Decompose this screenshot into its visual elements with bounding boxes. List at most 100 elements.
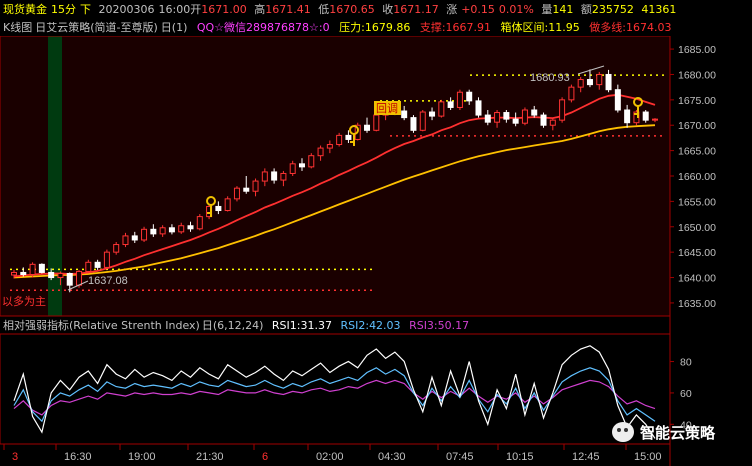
candle-body <box>577 79 584 88</box>
qq-contact: QQ☆微信289876878☆:0 <box>196 21 330 34</box>
candle-body <box>29 263 36 275</box>
period-label[interactable]: 15分 <box>51 3 76 16</box>
time-tick-label: 6 <box>262 451 268 463</box>
candle-body <box>215 205 222 212</box>
time-tick-label: 04:30 <box>378 451 406 463</box>
candle-body <box>456 91 463 108</box>
change-label: 涨 <box>446 3 458 16</box>
candle-body <box>652 118 658 121</box>
bias-label: 以多为主 <box>2 294 46 308</box>
indicator-param[interactable]: 日(1) <box>161 21 188 34</box>
time-tick-label: 3 <box>12 451 18 463</box>
candle-body <box>11 271 17 276</box>
candle-body <box>224 198 231 212</box>
candle-body <box>484 114 491 123</box>
candle-body <box>233 187 240 200</box>
candle-body <box>243 187 250 192</box>
resistance-label: 压力: <box>339 21 365 34</box>
amount-value: 235752 <box>591 3 634 16</box>
rsi-tick-label: 60 <box>680 388 692 400</box>
candle-body <box>559 99 566 121</box>
rsi-tick-label: 80 <box>680 357 692 369</box>
candle-body <box>447 101 454 108</box>
candle-body <box>466 91 473 102</box>
high-value: 1671.41 <box>265 3 311 16</box>
rsi-lines <box>13 345 656 439</box>
candle-body <box>540 114 547 126</box>
candle-body <box>168 227 175 233</box>
open-value: 1671.00 <box>201 3 247 16</box>
direction-label: 下 <box>80 3 91 16</box>
pullback-label: 回调 <box>376 102 398 115</box>
candle-body <box>113 244 120 253</box>
price-tick-label: 1675.00 <box>678 95 716 107</box>
candle-body <box>586 79 593 86</box>
candle-body <box>150 228 157 235</box>
candle-body <box>94 261 101 268</box>
candle-body <box>531 109 538 116</box>
watermark-text: 智能云策略 <box>640 423 716 442</box>
candle-body <box>187 225 194 230</box>
candle-body <box>521 109 528 124</box>
time-tick-label: 16:30 <box>64 451 92 463</box>
candle-body <box>494 112 501 123</box>
price-tick-label: 1670.00 <box>678 120 716 132</box>
candle-body <box>261 171 268 182</box>
time-tick-label: 10:15 <box>506 451 534 463</box>
time-value: 16:00 <box>158 3 191 16</box>
candle-body <box>298 163 305 168</box>
time-tick-label: 02:00 <box>316 451 344 463</box>
time-axis: 3 16:30 19:00 21:30 6 02:00 04:30 07:45 10:15 12:… <box>3 444 662 463</box>
candle-body <box>308 155 315 168</box>
low-label: 低 <box>318 3 330 16</box>
candle-body <box>280 172 287 181</box>
indicator-name[interactable]: 日艾云策略(简道-至尊版) <box>35 21 158 34</box>
long-line-label: 做多线: <box>589 21 626 34</box>
resistance-value: 1679.86 <box>364 21 411 34</box>
candle-body <box>20 271 27 275</box>
candle-body <box>568 86 575 101</box>
volume-label: 量 <box>541 3 553 16</box>
price-tick-label: 1635.00 <box>678 298 716 310</box>
candle-body <box>429 111 436 117</box>
candle-body <box>410 117 417 131</box>
close-label: 收 <box>382 3 394 16</box>
candle-body <box>252 180 259 192</box>
watermark: 智能云策略 <box>612 418 715 446</box>
instrument-name[interactable]: 现货黄金 <box>3 3 47 16</box>
date-value: 20200306 <box>98 3 155 16</box>
candle-body <box>345 134 352 140</box>
candle-body <box>549 119 556 126</box>
candle-body <box>475 100 482 116</box>
candle-body <box>196 216 203 230</box>
price-tick-label: 1655.00 <box>678 196 716 208</box>
time-tick-label: 19:00 <box>128 451 156 463</box>
time-tick-label: 07:45 <box>446 451 474 463</box>
low-price-label: 1637.08 <box>88 275 128 287</box>
candle-body <box>419 111 426 131</box>
candle-body <box>38 263 45 273</box>
candle-body <box>131 235 138 241</box>
price-tick-label: 1645.00 <box>678 247 716 259</box>
candle-body <box>85 261 92 272</box>
price-tick-label: 1685.00 <box>678 44 716 56</box>
rsi3-line <box>13 379 656 416</box>
candle-body <box>271 171 278 181</box>
volume-value: 141 <box>552 3 574 16</box>
change-pct-value: 0.01% <box>498 3 534 16</box>
price-tick-label: 1660.00 <box>678 171 716 183</box>
support-label: 支撑: <box>419 21 446 34</box>
candle-body <box>178 225 185 233</box>
change-value: +0.15 <box>461 3 495 16</box>
close-value: 1671.17 <box>393 3 439 16</box>
candle-body <box>336 134 343 146</box>
price-axis: 1685.00 1680.00 1675.00 1670.00 1665.00 1660.… <box>670 44 716 310</box>
wechat-icon <box>612 422 634 442</box>
price-chart[interactable]: 1685.00 1680.00 1675.00 1670.00 1665.00 1660.… <box>0 36 752 466</box>
kline-label[interactable]: K线图 <box>3 21 32 34</box>
box-range-value: 11.95 <box>548 21 580 34</box>
candle-body <box>373 114 380 131</box>
time-tick-label: 15:00 <box>634 451 662 463</box>
candle-body <box>642 111 649 121</box>
candle-body <box>289 163 296 174</box>
